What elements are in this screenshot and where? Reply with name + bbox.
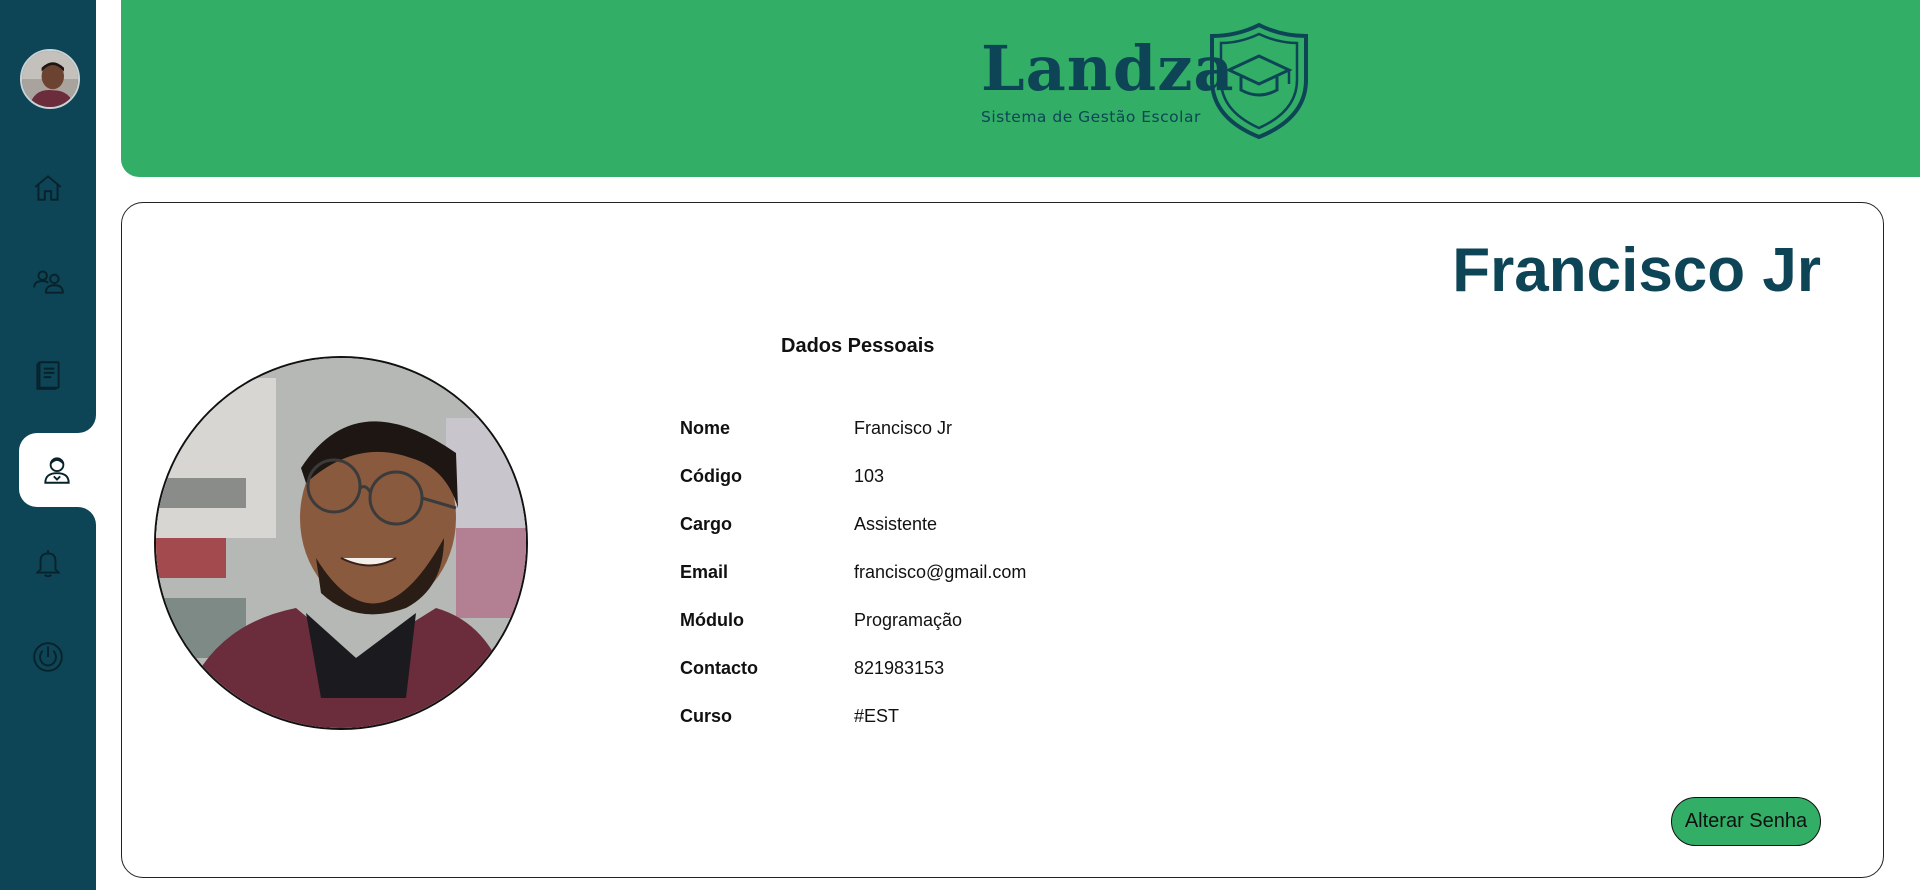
sidebar-item-profile[interactable]: [19, 433, 96, 507]
info-label: Email: [680, 562, 729, 582]
info-row-curso: Curso #EST: [680, 706, 1180, 732]
info-label: Código: [680, 466, 742, 486]
info-value: #EST: [854, 706, 900, 726]
header: Landza Sistema de Gestão Escolar: [121, 0, 1920, 177]
info-label: Contacto: [680, 658, 758, 678]
sidebar-item-notifications[interactable]: [0, 526, 96, 600]
info-value: Programação: [854, 610, 963, 630]
info-label: Cargo: [680, 514, 733, 534]
brand-logo[interactable]: Landza Sistema de Gestão Escolar: [981, 22, 1311, 142]
info-row-cargo: Cargo Assistente: [680, 514, 1180, 540]
users-icon: [33, 270, 64, 294]
sidebar: [0, 0, 96, 890]
info-row-email: Email francisco@gmail.com: [680, 562, 1180, 588]
profile-photo-image: [156, 358, 526, 728]
shield-graduation-cap-icon: [1210, 22, 1308, 140]
user-icon: [44, 457, 70, 484]
info-label: Módulo: [680, 610, 744, 630]
profile-photo: [154, 356, 528, 730]
info-row-codigo: Código 103: [680, 466, 1180, 492]
book-icon: [36, 361, 60, 390]
info-row-contacto: Contacto 821983153: [680, 658, 1180, 684]
sidebar-item-home[interactable]: [0, 151, 96, 225]
sidebar-item-books[interactable]: [0, 338, 96, 412]
avatar[interactable]: [20, 49, 80, 109]
sidebar-item-users[interactable]: [0, 244, 96, 318]
info-value: 103: [854, 466, 885, 486]
brand-subtitle: Sistema de Gestão Escolar: [981, 108, 1201, 126]
sidebar-item-logout[interactable]: [0, 620, 96, 694]
info-label: Nome: [680, 418, 731, 438]
change-password-button[interactable]: Alterar Senha: [1671, 797, 1821, 846]
home-icon: [34, 175, 62, 201]
info-value: Francisco Jr: [854, 418, 953, 438]
power-icon: [33, 642, 63, 672]
bell-icon: [35, 550, 61, 578]
info-row-modulo: Módulo Programação: [680, 610, 1180, 636]
profile-name: Francisco Jr: [1452, 236, 1821, 305]
brand-title: Landza: [981, 32, 1235, 105]
info-value: francisco@gmail.com: [854, 562, 1027, 582]
profile-card: Francisco Jr Dados Pessoais Nome Francis…: [121, 202, 1884, 878]
info-row-nome: Nome Francisco Jr: [680, 418, 1180, 444]
avatar-photo-icon: [22, 51, 78, 107]
info-value: 821983153: [854, 658, 945, 678]
info-label: Curso: [680, 706, 733, 726]
info-value: Assistente: [854, 514, 938, 534]
section-title: Dados Pessoais: [781, 335, 935, 357]
